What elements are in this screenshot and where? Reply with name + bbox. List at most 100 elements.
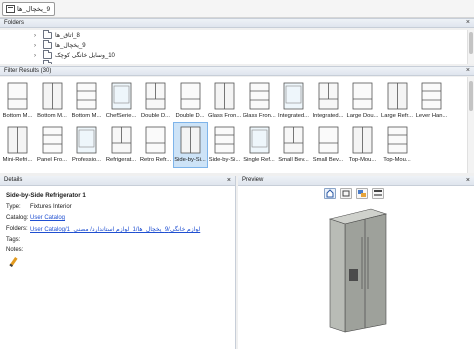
- filter-results-header: Filter Results (30) ×: [0, 66, 474, 76]
- folders-link[interactable]: User Catalog/1_لوازم خانگی/9_یخچال_ها/1_…: [30, 226, 200, 233]
- appliance-thumbnail: [145, 82, 166, 110]
- appliance-thumbnail: [180, 82, 200, 110]
- scrollbar-thumb[interactable]: [469, 81, 473, 111]
- appliance-thumbnail: [387, 126, 407, 154]
- result-tile[interactable]: Professio...: [70, 123, 103, 167]
- folder-label: 9_یخچال_ها: [55, 43, 86, 49]
- notes-key: Notes:: [6, 247, 24, 253]
- folder-label: 10_وسایل خانگی کوچک: [55, 53, 115, 59]
- result-tile-label: Single Ref...: [243, 157, 275, 163]
- result-tile-label: Glass Fron...: [208, 113, 241, 119]
- chevron-right-icon[interactable]: ›: [34, 43, 40, 49]
- result-tile[interactable]: Refrigerat...: [105, 123, 138, 167]
- results-scrollbar[interactable]: [467, 77, 474, 173]
- result-tile-label: Top-Mou...: [348, 157, 377, 163]
- result-tile[interactable]: Lever Han...: [415, 79, 448, 123]
- folder-item-rooms[interactable]: › 8_اتاق_ها: [34, 30, 80, 40]
- result-tile[interactable]: Bottom M...: [70, 79, 103, 123]
- result-tile[interactable]: Top-Mou...: [346, 123, 379, 167]
- result-tile[interactable]: Large Refr...: [381, 79, 414, 123]
- result-tile[interactable]: Side-by-Si...: [208, 123, 241, 167]
- result-tile[interactable]: Retro Refr...: [139, 123, 172, 167]
- appliance-thumbnail: [214, 82, 235, 110]
- type-value: Fixtures Interior: [30, 204, 72, 210]
- result-tile-label: Double D...: [175, 113, 205, 119]
- preview-pane: Preview ×: [238, 176, 474, 349]
- catalog-key: Catalog:: [6, 215, 29, 221]
- folder-icon: [6, 5, 15, 13]
- result-tile[interactable]: Small Bev...: [312, 123, 345, 167]
- chevron-right-icon[interactable]: ›: [34, 53, 40, 59]
- item-title: Side-by-Side Refrigerator 1: [6, 192, 86, 199]
- notes-row: Notes:: [6, 247, 30, 253]
- folders-tree: › 8_اتاق_ها › 9_یخچال_ها › 10_وسایل خانگ…: [0, 30, 474, 64]
- appliance-thumbnail: [7, 82, 28, 110]
- appliance-thumbnail: [111, 126, 131, 154]
- folder-icon: [43, 40, 52, 49]
- result-tile-label: Glass Fron...: [242, 113, 276, 119]
- result-tile-label: Double D...: [141, 113, 170, 119]
- result-tile[interactable]: Glass Fron...: [243, 79, 276, 123]
- folder-icon: [43, 60, 52, 64]
- result-tile[interactable]: Double D...: [139, 79, 172, 123]
- result-tile-label: Retro Refr...: [139, 157, 172, 163]
- result-tile[interactable]: Large Dou...: [346, 79, 379, 123]
- appliance-thumbnail: [214, 126, 235, 154]
- appliance-thumbnail: [318, 126, 338, 154]
- edit-pencil-icon[interactable]: [9, 257, 18, 267]
- result-tile-label: Integrated...: [312, 113, 344, 119]
- result-tile[interactable]: Panel Fro...: [36, 123, 69, 167]
- result-tile-label: Bottom M...: [2, 113, 33, 119]
- result-tile[interactable]: Side-by-Si...: [172, 122, 208, 168]
- appliance-thumbnail: [76, 82, 97, 110]
- appliance-thumbnail: [387, 82, 407, 110]
- catalog-link[interactable]: User Catalog: [30, 215, 65, 221]
- result-tile-label: Large Dou...: [346, 113, 379, 119]
- close-icon[interactable]: ×: [466, 67, 470, 75]
- catalog-row: Catalog: User Catalog: [6, 215, 65, 221]
- result-tile[interactable]: Top-Mou...: [381, 123, 414, 167]
- result-tile-label: Large Refr...: [381, 113, 413, 119]
- result-tile[interactable]: Double D...: [174, 79, 207, 123]
- result-tile[interactable]: Glass Fron...: [208, 79, 241, 123]
- appliance-thumbnail: [352, 82, 373, 110]
- appliance-thumbnail: [111, 82, 131, 110]
- chevron-right-icon[interactable]: ›: [34, 33, 40, 39]
- result-tile[interactable]: Integrated...: [277, 79, 310, 123]
- close-icon[interactable]: ×: [466, 176, 470, 185]
- folder-item-more[interactable]: › ...: [34, 60, 60, 65]
- folders-scrollbar[interactable]: [467, 30, 474, 64]
- folder-item-refrigerators[interactable]: › 9_یخچال_ها: [34, 40, 86, 50]
- fridge-preview-model[interactable]: [238, 189, 474, 349]
- result-tile[interactable]: Single Ref...: [243, 123, 276, 167]
- folder-icon: [43, 50, 52, 59]
- appliance-thumbnail: [352, 126, 373, 154]
- close-icon[interactable]: ×: [227, 176, 231, 185]
- result-tile[interactable]: Mini-Refri...: [1, 123, 34, 167]
- result-tile[interactable]: Small Bev...: [277, 123, 310, 167]
- breadcrumb[interactable]: 9_یخچال_ها: [2, 2, 56, 16]
- folder-item-small-appliances[interactable]: › 10_وسایل خانگی کوچک: [34, 50, 115, 60]
- scrollbar-thumb[interactable]: [469, 32, 473, 54]
- appliance-thumbnail: [249, 82, 269, 110]
- result-tile[interactable]: ChefSerie...: [105, 79, 138, 123]
- appliance-thumbnail: [42, 126, 62, 154]
- result-tile[interactable]: Integrated...: [312, 79, 345, 123]
- chevron-right-icon[interactable]: ›: [34, 63, 40, 65]
- result-tile-label: Side-by-Si...: [208, 157, 241, 163]
- appliance-thumbnail: [7, 126, 28, 154]
- result-tile[interactable]: Bottom M...: [1, 79, 34, 123]
- result-tile-label: Top-Mou...: [383, 157, 411, 163]
- appliance-thumbnail: [283, 82, 304, 110]
- details-header-title: Details: [4, 177, 23, 183]
- appliance-thumbnail: [42, 82, 62, 110]
- close-icon[interactable]: ×: [466, 19, 470, 27]
- details-pane: Details × Side-by-Side Refrigerator 1 Ty…: [0, 176, 236, 349]
- folders-title: Folders: [4, 20, 25, 26]
- appliance-thumbnail: [76, 126, 97, 154]
- result-tile-label: Refrigerat...: [105, 157, 137, 163]
- preview-header: Preview ×: [238, 176, 474, 186]
- folders-header: Folders ×: [0, 18, 474, 28]
- result-tile[interactable]: Bottom M...: [36, 79, 69, 123]
- folders-row: Folders: User Catalog/1_لوازم خانگی/9_یخ…: [6, 226, 200, 233]
